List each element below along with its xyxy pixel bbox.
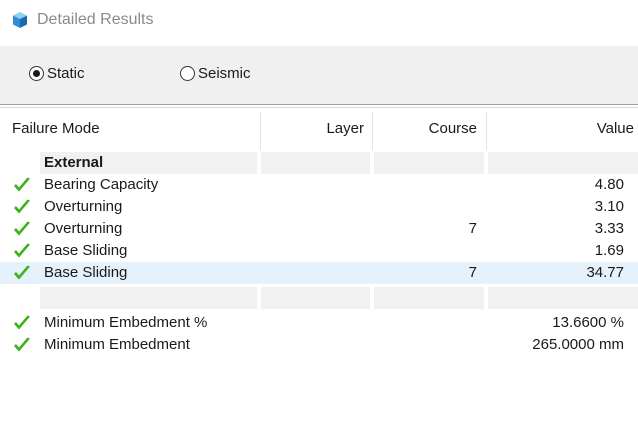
table-row-selected[interactable]: Base Sliding 7 34.77 [0,262,638,284]
failure-mode-cell: Overturning [44,198,123,215]
value-cell: 4.80 [594,176,624,193]
failure-mode-cell: Bearing Capacity [44,176,159,193]
table-row[interactable]: Bearing Capacity 4.80 [0,174,638,196]
checkmark-icon [14,199,30,214]
summary-row[interactable]: Minimum Embedment % 13.6600 % [0,312,638,334]
radio-selected-icon [29,66,44,81]
column-divider[interactable] [260,112,261,150]
column-divider[interactable] [372,112,373,150]
checkmark-icon [14,337,30,352]
value-cell: 34.77 [586,264,624,281]
static-radio-label: Static [47,65,85,82]
checkmark-icon [14,177,30,192]
seismic-radio-label: Seismic [198,65,251,82]
course-cell: 7 [468,264,477,281]
analysis-mode-toolbar: Static Seismic [0,46,638,104]
group-row-external[interactable]: External [0,152,638,174]
course-cell: 7 [468,220,477,237]
summary-name-cell: Minimum Embedment % [44,314,208,331]
seismic-radio[interactable]: Seismic [180,65,251,82]
window-title: Detailed Results [37,11,154,28]
static-radio[interactable]: Static [29,65,85,82]
checkmark-icon [14,315,30,330]
failure-mode-cell: Overturning [44,220,123,237]
value-cell: 3.10 [594,198,624,215]
empty-row [0,284,638,312]
checkmark-icon [14,221,30,236]
divider [0,104,638,105]
checkmark-icon [14,265,30,280]
checkmark-icon [14,243,30,258]
table-header: Failure Mode Layer Course Value [0,108,638,152]
radio-unselected-icon [180,66,195,81]
column-divider[interactable] [486,112,487,150]
column-header-value[interactable]: Value [520,120,634,137]
group-label: External [44,154,104,171]
table-row[interactable]: Overturning 7 3.33 [0,218,638,240]
failure-mode-cell: Base Sliding [44,242,128,259]
title-bar: Detailed Results [0,0,638,44]
results-table: Failure Mode Layer Course Value External… [0,108,638,356]
table-row[interactable]: Overturning 3.10 [0,196,638,218]
column-header-failure-mode[interactable]: Failure Mode [12,120,100,137]
column-header-layer[interactable]: Layer [300,120,364,137]
value-cell: 3.33 [594,220,624,237]
table-row[interactable]: Base Sliding 1.69 [0,240,638,262]
value-cell: 1.69 [594,242,624,259]
cube-icon [13,12,27,28]
summary-name-cell: Minimum Embedment [44,336,190,353]
summary-value-cell: 265.0000 mm [532,336,624,353]
failure-mode-cell: Base Sliding [44,264,128,281]
column-header-course[interactable]: Course [400,120,477,137]
summary-value-cell: 13.6600 % [552,314,624,331]
summary-row[interactable]: Minimum Embedment 265.0000 mm [0,334,638,356]
